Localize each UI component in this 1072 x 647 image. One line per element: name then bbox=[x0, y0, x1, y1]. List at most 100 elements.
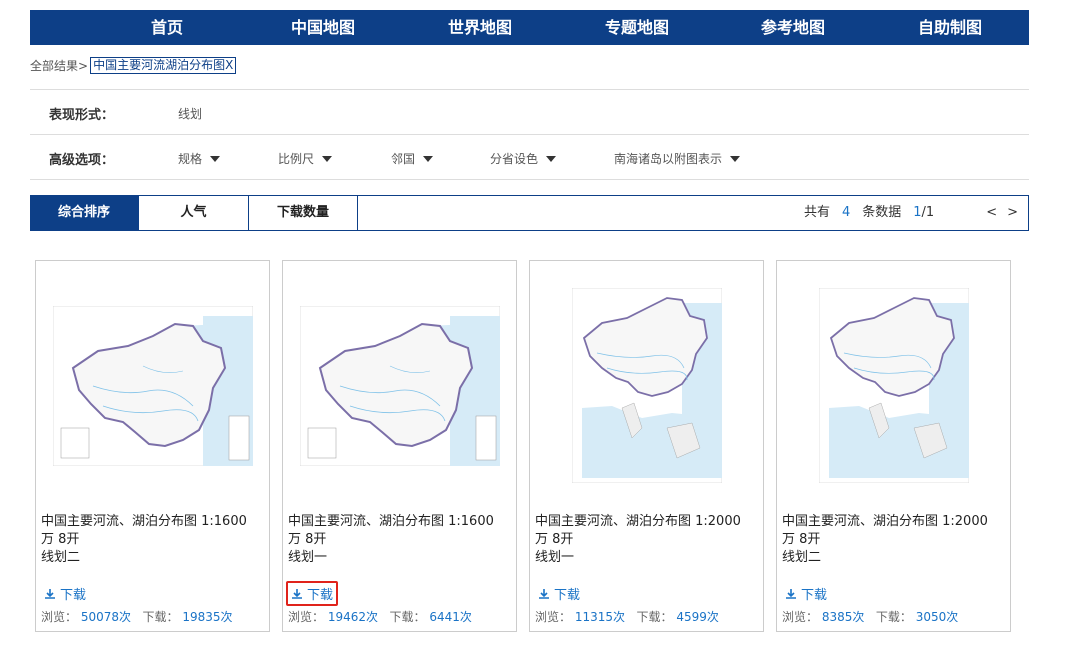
download-label: 下载 bbox=[554, 588, 581, 603]
title-line: 中国主要河流、湖泊分布图 1:2000 bbox=[782, 514, 988, 529]
chevron-down-icon bbox=[210, 155, 221, 162]
map-card: 中国主要河流、湖泊分布图 1:2000 万 8开 线划一 下载 浏览： 1131… bbox=[529, 260, 764, 632]
download-icon bbox=[539, 588, 549, 599]
south-sea-dropdown-label: 南海诸岛以附图表示 bbox=[614, 152, 723, 166]
advanced-filter-label: 高级选项： bbox=[49, 153, 115, 168]
province-color-dropdown[interactable]: 分省设色 bbox=[490, 150, 557, 167]
map-thumbnail[interactable] bbox=[293, 273, 506, 498]
download-label: 下载 bbox=[307, 588, 334, 603]
chevron-down-icon bbox=[730, 155, 741, 162]
downloads-label: 下载： bbox=[389, 610, 426, 624]
downloads-count: 3050次 bbox=[915, 610, 959, 624]
result-stats: 共有 4 条数据 1 /1 < > bbox=[804, 196, 1018, 230]
total-count: 4 bbox=[841, 205, 851, 220]
title-line: 线划一 bbox=[535, 550, 575, 565]
current-page: 1 bbox=[913, 205, 922, 220]
chevron-down-icon bbox=[423, 155, 434, 162]
nav-thematic-map[interactable]: 专题地图 bbox=[582, 10, 692, 45]
title-line: 线划二 bbox=[41, 550, 81, 565]
card-stats: 浏览： 8385次 下载： 3050次 bbox=[782, 608, 958, 625]
title-line: 万 8开 bbox=[782, 532, 821, 547]
title-line: 中国主要河流、湖泊分布图 1:1600 bbox=[41, 514, 247, 529]
breadcrumb: 全部结果> 中国主要河流湖泊分布图X bbox=[30, 57, 237, 74]
south-sea-dropdown[interactable]: 南海诸岛以附图表示 bbox=[614, 150, 741, 167]
map-card: 中国主要河流、湖泊分布图 1:1600 万 8开 线划二 下载 浏览： 5007… bbox=[35, 260, 270, 632]
download-button[interactable]: 下载 bbox=[782, 583, 830, 604]
views-count: 19462次 bbox=[327, 610, 379, 624]
neighbor-dropdown-label: 邻国 bbox=[391, 152, 416, 166]
title-line: 万 8开 bbox=[535, 532, 574, 547]
spec-dropdown[interactable]: 规格 bbox=[178, 150, 221, 167]
download-button[interactable]: 下载 bbox=[535, 583, 583, 604]
download-button[interactable]: 下载 bbox=[286, 581, 339, 606]
nav-home[interactable]: 首页 bbox=[112, 10, 222, 45]
views-label: 浏览： bbox=[288, 610, 325, 624]
download-label: 下载 bbox=[801, 588, 828, 603]
download-icon bbox=[292, 588, 302, 599]
province-color-dropdown-label: 分省设色 bbox=[490, 152, 539, 166]
title-line: 线划二 bbox=[782, 550, 822, 565]
tab-popularity[interactable]: 人气 bbox=[139, 195, 249, 231]
download-label: 下载 bbox=[60, 588, 87, 603]
download-button[interactable]: 下载 bbox=[41, 583, 89, 604]
card-stats: 浏览： 50078次 下载： 19835次 bbox=[41, 608, 233, 625]
divider bbox=[30, 179, 1029, 180]
sort-bar: 综合排序 人气 下载数量 共有 4 条数据 1 /1 < > bbox=[30, 195, 1029, 231]
china-map-image bbox=[52, 305, 253, 466]
spec-dropdown-label: 规格 bbox=[178, 152, 203, 166]
total-suffix: 条数据 bbox=[862, 205, 902, 220]
title-line: 中国主要河流、湖泊分布图 1:1600 bbox=[288, 514, 494, 529]
title-line: 中国主要河流、湖泊分布图 1:2000 bbox=[535, 514, 741, 529]
card-title[interactable]: 中国主要河流、湖泊分布图 1:1600 万 8开 线划一 bbox=[288, 513, 513, 567]
nav-self-mapping[interactable]: 自助制图 bbox=[895, 10, 1005, 45]
china-map-image bbox=[818, 288, 969, 483]
map-card: 中国主要河流、湖泊分布图 1:2000 万 8开 线划二 下载 浏览： 8385… bbox=[776, 260, 1011, 632]
card-title[interactable]: 中国主要河流、湖泊分布图 1:1600 万 8开 线划二 bbox=[41, 513, 266, 567]
tab-downloads[interactable]: 下载数量 bbox=[249, 195, 358, 231]
title-line: 万 8开 bbox=[41, 532, 80, 547]
downloads-label: 下载： bbox=[142, 610, 179, 624]
breadcrumb-filter-tag[interactable]: 中国主要河流湖泊分布图X bbox=[90, 57, 237, 74]
top-nav: 首页 中国地图 世界地图 专题地图 参考地图 自助制图 bbox=[30, 10, 1029, 45]
chevron-down-icon bbox=[546, 155, 557, 162]
card-title[interactable]: 中国主要河流、湖泊分布图 1:2000 万 8开 线划一 bbox=[535, 513, 760, 567]
views-count: 8385次 bbox=[821, 610, 865, 624]
views-label: 浏览： bbox=[782, 610, 819, 624]
map-thumbnail[interactable] bbox=[46, 273, 259, 498]
downloads-count: 6441次 bbox=[429, 610, 472, 624]
downloads-label: 下载： bbox=[636, 610, 673, 624]
downloads-count: 19835次 bbox=[182, 610, 233, 624]
chevron-down-icon bbox=[322, 155, 333, 162]
neighbor-dropdown[interactable]: 邻国 bbox=[391, 150, 434, 167]
views-count: 50078次 bbox=[80, 610, 132, 624]
total-prefix: 共有 bbox=[803, 205, 830, 220]
map-thumbnail[interactable] bbox=[540, 273, 753, 498]
download-icon bbox=[786, 588, 796, 599]
scale-dropdown-label: 比例尺 bbox=[278, 152, 315, 166]
download-icon bbox=[45, 588, 55, 599]
breadcrumb-root[interactable]: 全部结果> bbox=[30, 57, 88, 74]
map-card: 中国主要河流、湖泊分布图 1:1600 万 8开 线划一 下载 浏览： 1946… bbox=[282, 260, 517, 632]
nav-china-map[interactable]: 中国地图 bbox=[268, 10, 378, 45]
china-map-image bbox=[299, 305, 500, 466]
scale-dropdown[interactable]: 比例尺 bbox=[278, 150, 333, 167]
card-title[interactable]: 中国主要河流、湖泊分布图 1:2000 万 8开 线划二 bbox=[782, 513, 1007, 567]
divider bbox=[30, 89, 1029, 90]
card-stats: 浏览： 11315次 下载： 4599次 bbox=[535, 608, 719, 625]
china-map-image bbox=[571, 288, 722, 483]
page-total: /1 bbox=[921, 205, 935, 220]
form-filter-label: 表现形式： bbox=[49, 108, 115, 123]
card-stats: 浏览： 19462次 下载： 6441次 bbox=[288, 608, 472, 625]
form-filter-value[interactable]: 线划 bbox=[178, 105, 202, 122]
views-label: 浏览： bbox=[41, 610, 78, 624]
downloads-count: 4599次 bbox=[676, 610, 719, 624]
next-page-button[interactable]: > bbox=[1007, 196, 1018, 230]
tab-overall[interactable]: 综合排序 bbox=[30, 195, 139, 231]
prev-page-button[interactable]: < bbox=[986, 196, 997, 230]
downloads-label: 下载： bbox=[875, 610, 912, 624]
title-line: 万 8开 bbox=[288, 532, 327, 547]
nav-world-map[interactable]: 世界地图 bbox=[425, 10, 535, 45]
map-thumbnail[interactable] bbox=[787, 273, 1000, 498]
views-count: 11315次 bbox=[574, 610, 626, 624]
nav-reference-map[interactable]: 参考地图 bbox=[738, 10, 848, 45]
